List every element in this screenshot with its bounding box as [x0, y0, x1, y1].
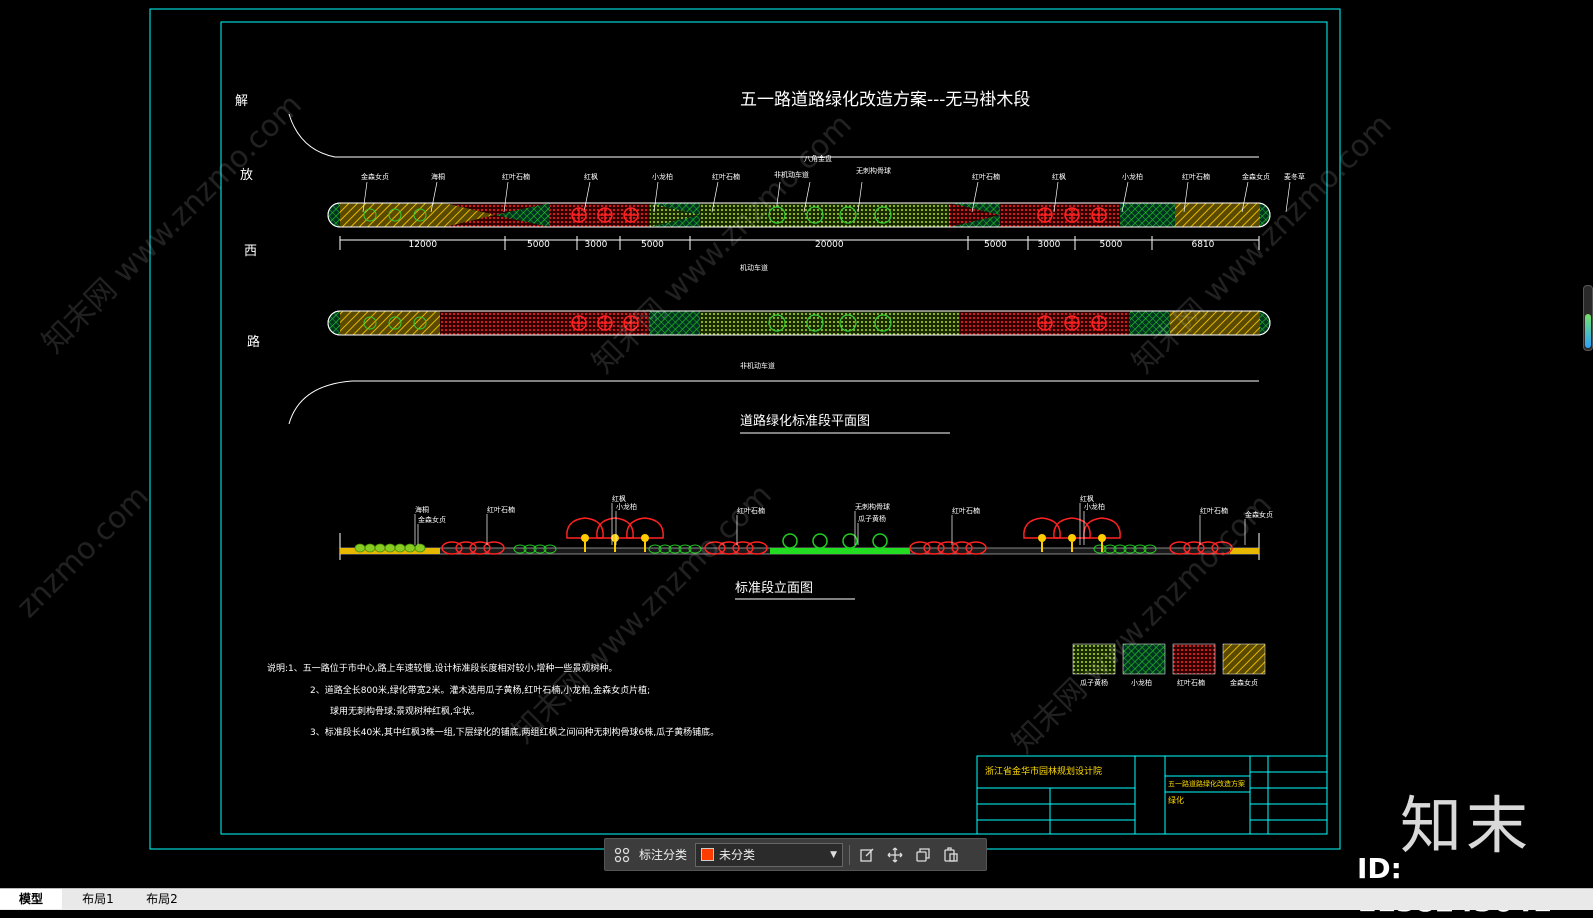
title-block-institute: 浙江省金华市园林规划设计院	[985, 767, 1103, 777]
elev-yellow-shrub	[384, 543, 396, 553]
plan-strip-1	[327, 202, 1271, 228]
grid-icon[interactable]	[611, 844, 633, 866]
note-line-2: 2、道路全长800米,绿化带宽2米。灌木选用瓜子黄杨,红叶石楠,小龙柏,金森女贞…	[310, 686, 651, 696]
plan-title: 道路绿化标准段平面图	[740, 414, 871, 429]
dimension-label: 5000	[527, 240, 550, 250]
plan-callout: 红叶石楠	[1182, 173, 1210, 181]
legend-label-4: 金森女贞	[1230, 679, 1258, 687]
side-road-char-1: 解	[235, 94, 249, 109]
elevation	[339, 533, 1260, 560]
dimension-label: 20000	[815, 240, 844, 250]
dimension-label: 5000	[984, 240, 1007, 250]
elev-callout: 红叶石楠	[952, 507, 980, 515]
toolbar-separator	[849, 844, 851, 865]
plan-callout: 小龙柏	[1122, 173, 1143, 181]
dimension-label: 12000	[408, 240, 438, 250]
plan-green-ball-symbol	[839, 206, 857, 224]
copy-icon[interactable]	[912, 844, 934, 866]
plan-green-ball-symbol	[874, 206, 892, 224]
selected-category: 未分类	[719, 848, 756, 862]
plan-callout: 红叶石楠	[972, 173, 1000, 181]
outer-frame	[149, 8, 1341, 850]
dimension-label: 5000	[1099, 240, 1123, 250]
elev-yellow-shrub	[354, 543, 366, 553]
elev-yellow-shrub	[394, 543, 406, 553]
cad-canvas[interactable]: 解 放 西 路 五一路道路绿化改造方案---无马褂木段 机动车道 非机动车道 道…	[0, 0, 1593, 918]
plan-strip-2	[327, 310, 1271, 336]
elev-green-ball	[872, 533, 888, 549]
plan-callout: 红枫	[584, 173, 598, 181]
elev-yellow-shrub	[404, 543, 416, 553]
plan-callout: 红枫	[1052, 173, 1066, 181]
elevation-title: 标准段立面图	[735, 581, 814, 596]
scroll-indicator-fill	[1585, 314, 1591, 348]
annotation-category-select[interactable]: 未分类 ▼	[695, 842, 844, 867]
dimension-label: 3000	[584, 240, 608, 250]
legend-label-2: 小龙柏	[1131, 679, 1152, 687]
title-block-project: 五一路道路绿化改造方案	[1168, 780, 1245, 788]
plan-green-ball-symbol	[874, 314, 892, 332]
tab-layout1[interactable]: 布局1	[68, 889, 128, 909]
elev-callout: 小龙柏	[616, 503, 637, 511]
move-icon[interactable]	[884, 844, 906, 866]
chevron-down-icon: ▼	[830, 849, 838, 860]
side-road-char-4: 路	[247, 335, 261, 350]
legend-label-3: 红叶石楠	[1177, 679, 1205, 687]
plan-callout: 无刺构骨球	[856, 167, 891, 175]
elev-green-ball	[812, 533, 828, 549]
road-edge-top	[288, 113, 1259, 158]
plan-callout: 红叶石楠	[502, 173, 530, 181]
plan-callout: 红叶石楠	[712, 173, 740, 181]
edit-icon[interactable]	[856, 844, 878, 866]
plan-green-ball-symbol	[806, 314, 824, 332]
plan-green-ball-symbol	[768, 314, 786, 332]
elev-callout: 金森女贞	[418, 516, 446, 524]
elev-callout: 红叶石楠	[487, 506, 515, 514]
paste-icon[interactable]	[940, 844, 962, 866]
plan-callout: 海桐	[431, 173, 445, 181]
dimension-label: 3000	[1037, 240, 1061, 250]
motor-lane-label: 机动车道	[740, 264, 768, 272]
plan-green-ball-symbol	[839, 314, 857, 332]
elev-callout: 小龙柏	[1084, 503, 1105, 511]
tab-model[interactable]: 模型	[0, 889, 62, 909]
elev-green-ball	[782, 533, 798, 549]
category-color-swatch	[701, 848, 715, 861]
note-line-3: 球用无刺构骨球;景观树种红枫,伞状。	[330, 707, 480, 717]
plan-callout: 金森女贞	[1242, 173, 1270, 181]
scroll-indicator[interactable]	[1583, 285, 1593, 351]
elev-callout: 无刺构骨球	[855, 503, 890, 511]
annotation-category-label: 标注分类	[639, 848, 688, 862]
layout-tab-bar: 模型 布局1 布局2	[0, 888, 1593, 910]
annotation-toolbar: 标注分类 未分类 ▼	[604, 838, 987, 871]
plan-callout: 小龙柏	[652, 173, 673, 181]
title-block-drawing-name: 绿化	[1168, 796, 1184, 805]
elev-yellow-shrub	[414, 543, 426, 553]
dimension-label: 6810	[1191, 240, 1215, 250]
elev-yellow-shrub	[374, 543, 386, 553]
side-road-char-3: 西	[244, 244, 258, 259]
elev-callout: 瓜子黄杨	[858, 515, 886, 523]
plan-green-ball-symbol	[806, 206, 824, 224]
dimension-label: 5000	[641, 240, 664, 250]
tab-layout2[interactable]: 布局2	[132, 889, 192, 909]
elev-callout: 海桐	[415, 506, 429, 514]
main-title: 五一路道路绿化改造方案---无马褂木段	[740, 90, 1031, 110]
elev-yellow-shrub	[364, 543, 376, 553]
plan-callout: 金森女贞	[361, 173, 389, 181]
non-motor-lane-label: 非机动车道	[740, 362, 775, 370]
